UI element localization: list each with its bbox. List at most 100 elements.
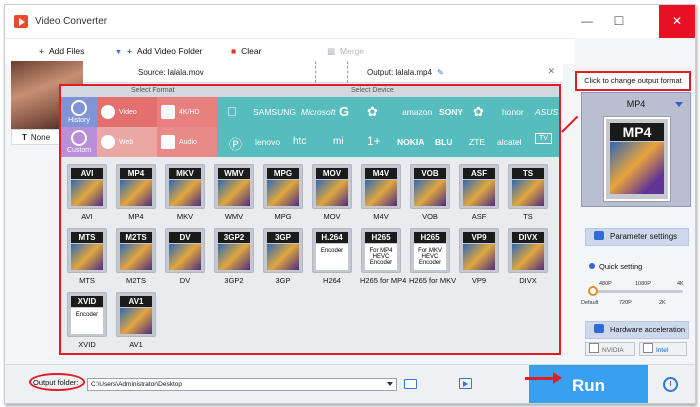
output-file-name: Output: lalala.mp4 xyxy=(367,68,432,77)
format-item[interactable]: MTS MTS xyxy=(66,228,108,288)
format-art xyxy=(169,244,201,270)
brand-asus[interactable]: ASUS xyxy=(535,107,558,117)
mp4-icon-tag: MP4 xyxy=(610,123,664,141)
format-item[interactable]: DV DV xyxy=(164,228,206,288)
format-label: H264 xyxy=(323,276,341,285)
brand-microsoft[interactable]: Microsoft xyxy=(301,107,335,117)
subtitle-value: None xyxy=(30,133,51,142)
format-art xyxy=(120,308,152,334)
4k-icon xyxy=(161,105,175,119)
output-preview-icon[interactable] xyxy=(459,378,472,389)
format-art: Encoder xyxy=(71,308,103,334)
tick-label: 2K xyxy=(659,300,666,306)
brand-alcatel[interactable]: alcatel xyxy=(497,137,522,147)
remove-file-icon[interactable]: ✕ xyxy=(547,66,555,77)
run-button[interactable]: Run xyxy=(529,365,648,403)
brand-tv[interactable]: TV xyxy=(535,133,552,144)
alarm-clock-icon[interactable] xyxy=(663,377,678,392)
format-item[interactable]: 3GP2 3GP2 xyxy=(213,228,255,288)
category-4k-hd[interactable]: 4K/HD xyxy=(157,97,217,127)
hardware-acceleration-button[interactable]: Hardware acceleration xyxy=(585,321,689,339)
category-audio[interactable]: Audio xyxy=(157,127,217,157)
motorola-logo-icon[interactable]: Ⓟ xyxy=(229,134,242,153)
huawei-logo-icon[interactable]: ✿ xyxy=(473,104,484,120)
brand-nokia[interactable]: NOKIA xyxy=(397,137,424,147)
format-item[interactable]: XVID Encoder XVID xyxy=(66,292,108,352)
brand-lenovo[interactable]: lenovo xyxy=(255,137,280,147)
brand-amazon[interactable]: amazon xyxy=(402,107,432,117)
format-art xyxy=(218,180,250,206)
format-item[interactable]: H265 For MKV HEVC Encoder H265 for MKV xyxy=(409,228,456,288)
dropdown-arrow-icon[interactable] xyxy=(387,382,393,386)
add-video-folder-button[interactable]: ▼ + Add Video Folder xyxy=(115,46,202,56)
brand-google[interactable]: G xyxy=(339,104,349,119)
format-art xyxy=(267,244,299,270)
format-item[interactable]: MOV MOV xyxy=(311,164,353,224)
category-web[interactable]: Web xyxy=(97,127,157,157)
history-tab[interactable]: History xyxy=(61,97,97,127)
merge-button[interactable]: ▩ Merge xyxy=(327,46,364,57)
output-folder-input[interactable]: C:\Users\Administrator\Desktop xyxy=(87,378,397,391)
play-icon xyxy=(101,105,115,119)
brand-samsung[interactable]: SAMSUNG xyxy=(253,107,296,117)
format-label: MTS xyxy=(79,276,95,285)
format-tag: AVI xyxy=(71,168,103,179)
oneplus-logo-icon[interactable]: 1+ xyxy=(367,134,381,148)
format-art xyxy=(316,180,348,206)
apple-logo-icon[interactable]:  xyxy=(227,104,237,119)
format-label: M2TS xyxy=(125,276,146,285)
format-item[interactable]: DIVX DIVX xyxy=(507,228,549,288)
format-icon: AV1 xyxy=(116,292,156,337)
format-item[interactable]: AV1 AV1 xyxy=(115,292,157,352)
maximize-button[interactable]: ☐ xyxy=(603,5,635,38)
plus-icon: + xyxy=(39,46,44,56)
format-item[interactable]: VOB VOB xyxy=(409,164,451,224)
format-item[interactable]: M4V M4V xyxy=(360,164,402,224)
format-label: TS xyxy=(523,212,533,221)
format-tag: MP4 xyxy=(120,168,152,179)
open-folder-icon[interactable] xyxy=(404,379,417,389)
huawei-logo-icon[interactable]: ✿ xyxy=(367,104,378,120)
brand-xiaomi[interactable]: mi xyxy=(333,136,344,147)
format-icon: M4V xyxy=(361,164,401,209)
slider-knob[interactable] xyxy=(588,286,598,296)
format-icon: H265 For MP4 HEVC Encoder xyxy=(361,228,401,273)
add-video-folder-label: Add Video Folder xyxy=(136,46,203,56)
format-item[interactable]: MP4 MP4 xyxy=(115,164,157,224)
minimize-button[interactable]: — xyxy=(571,5,603,38)
category-video[interactable]: Video xyxy=(97,97,157,127)
format-item[interactable]: ASF ASF xyxy=(458,164,500,224)
title-bar: Video Converter — ☐ ✕ xyxy=(5,5,695,38)
format-item[interactable]: WMV WMV xyxy=(213,164,255,224)
format-item[interactable]: MPG MPG xyxy=(262,164,304,224)
format-item[interactable]: VP9 VP9 xyxy=(458,228,500,288)
clear-button[interactable]: ■ Clear xyxy=(231,46,261,56)
brand-zte[interactable]: ZTE xyxy=(469,137,485,147)
brand-blu[interactable]: BLU xyxy=(435,137,452,147)
format-item[interactable]: M2TS M2TS xyxy=(115,228,157,288)
format-item[interactable]: TS TS xyxy=(507,164,549,224)
output-format-selector[interactable]: MP4 MP4 xyxy=(581,92,691,207)
quick-setting-slider[interactable] xyxy=(588,286,683,296)
trash-icon: ■ xyxy=(231,46,237,56)
format-icon: H265 For MKV HEVC Encoder xyxy=(410,228,450,273)
close-button[interactable]: ✕ xyxy=(659,5,695,38)
intel-checkbox[interactable]: Intel xyxy=(639,342,687,356)
custom-tab[interactable]: Custom xyxy=(61,127,97,157)
parameter-settings-button[interactable]: Parameter settings xyxy=(585,228,689,246)
nvidia-checkbox[interactable]: NVIDIA xyxy=(585,342,635,356)
brand-htc[interactable]: htc xyxy=(293,136,306,147)
bottom-bar: Output folder: C:\Users\Administrator\De… xyxy=(5,364,695,403)
format-item[interactable]: H265 For MP4 HEVC Encoder H265 for MP4 xyxy=(360,228,406,288)
format-item[interactable]: 3GP 3GP xyxy=(262,228,304,288)
format-label: MPG xyxy=(274,212,292,221)
add-files-button[interactable]: + Add Files xyxy=(39,46,84,56)
format-item[interactable]: H.264 Encoder H264 xyxy=(311,228,353,288)
format-tag: H265 xyxy=(414,232,446,243)
sliders-icon xyxy=(594,231,604,240)
brand-sony[interactable]: SONY xyxy=(439,107,463,117)
format-item[interactable]: AVI AVI xyxy=(66,164,108,224)
edit-pencil-icon[interactable]: ✎ xyxy=(437,68,444,77)
format-item[interactable]: MKV MKV xyxy=(164,164,206,224)
brand-honor[interactable]: honor xyxy=(502,107,524,117)
